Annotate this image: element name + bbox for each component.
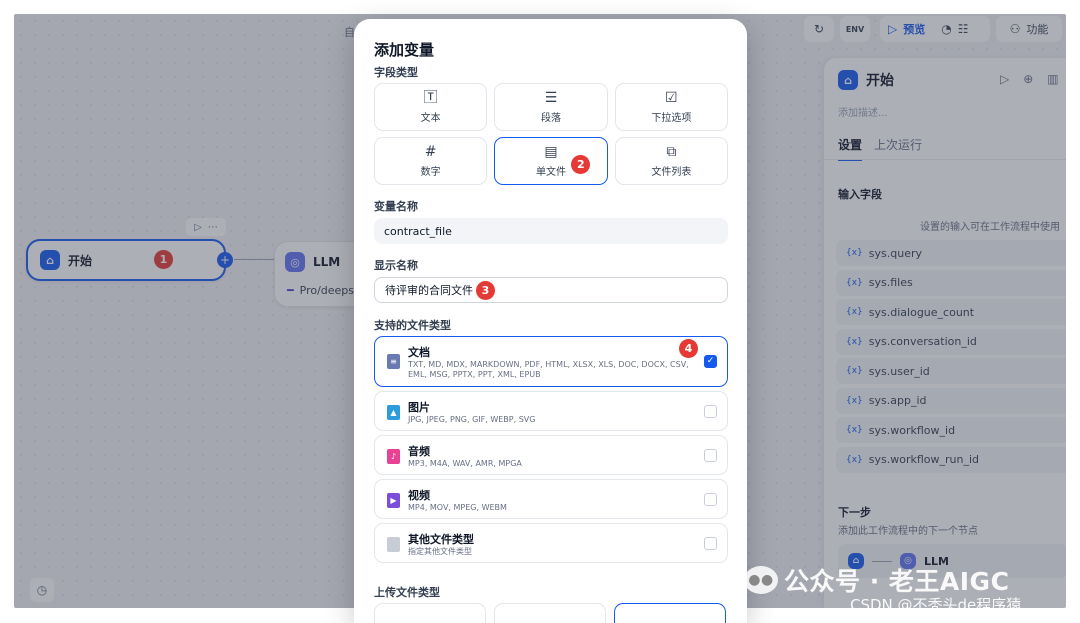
upload-option-2[interactable]: [494, 603, 606, 623]
select-icon: ☑: [665, 89, 678, 106]
dialog-title: 添加变量: [374, 41, 435, 59]
watermark-csdn: CSDN @不秃头de程序猿: [850, 596, 1022, 614]
file-type-audio[interactable]: ♪ 音频 MP3, M4A, WAV, AMR, MPGA: [374, 435, 728, 475]
file-type-other[interactable]: 其他文件类型 指定其他文件类型: [374, 523, 728, 563]
step-badge-4: 4: [679, 339, 698, 358]
step-badge-2: 2: [571, 155, 591, 174]
watermark-line1: 公众号 · 老王AIGC: [784, 567, 1010, 596]
image-icon: ▲: [387, 405, 400, 420]
field-type-select[interactable]: ☑ 下拉选项: [614, 83, 728, 131]
file-type-list: ≡ 文档 TXT, MD, MDX, MARKDOWN, PDF, HTML, …: [374, 336, 728, 567]
display-name-label: 显示名称: [374, 259, 418, 272]
field-type-grid: 🅃 文本 ☰ 段落 ☑ 下拉选项 # 数字 ▤ 单文件 2 ⧉ 文件列表: [374, 83, 728, 185]
hash-icon: #: [424, 143, 437, 160]
file-type-video[interactable]: ▶ 视频 MP4, MOV, MPEG, WEBM: [374, 479, 728, 519]
field-type-paragraph[interactable]: ☰ 段落: [494, 83, 608, 131]
upload-type-label: 上传文件类型: [374, 586, 440, 599]
document-icon: ≡: [387, 354, 400, 369]
field-type-text[interactable]: 🅃 文本: [374, 83, 488, 131]
field-type-label: 字段类型: [374, 66, 418, 79]
file-icon: ▤: [544, 143, 558, 160]
supported-types-label: 支持的文件类型: [374, 319, 451, 332]
image-checkbox[interactable]: [704, 405, 717, 418]
watermark-wechat: ●● 公众号 · 老王AIGC: [744, 562, 1009, 598]
display-name-value: 待评审的合同文件: [385, 284, 473, 297]
field-type-number[interactable]: # 数字: [374, 137, 488, 185]
wechat-icon: ●●: [744, 566, 778, 594]
step-badge-3: 3: [476, 281, 495, 300]
add-variable-dialog: 添加变量 字段类型 🅃 文本 ☰ 段落 ☑ 下拉选项 # 数字 ▤ 单文件 2 ⧉ 文件列表…: [354, 19, 747, 623]
var-name-label: 变量名称: [374, 200, 418, 213]
paragraph-icon: ☰: [544, 89, 558, 106]
field-type-file-list[interactable]: ⧉ 文件列表: [614, 137, 728, 185]
document-checkbox[interactable]: ✓: [704, 355, 717, 368]
var-name-input[interactable]: contract_file: [374, 218, 728, 244]
other-file-icon: [387, 537, 400, 552]
video-checkbox[interactable]: [704, 493, 717, 506]
file-type-document[interactable]: ≡ 文档 TXT, MD, MDX, MARKDOWN, PDF, HTML, …: [374, 336, 728, 387]
field-type-single-file[interactable]: ▤ 单文件 2: [494, 137, 608, 185]
file-type-image[interactable]: ▲ 图片 JPG, JPEG, PNG, GIF, WEBP, SVG: [374, 391, 728, 431]
display-name-input[interactable]: 待评审的合同文件 3: [374, 277, 728, 303]
audio-icon: ♪: [387, 449, 400, 464]
audio-checkbox[interactable]: [704, 449, 717, 462]
video-icon: ▶: [387, 493, 400, 508]
other-checkbox[interactable]: [704, 537, 717, 550]
file-list-icon: ⧉: [666, 143, 677, 160]
upload-option-1[interactable]: [374, 603, 486, 623]
text-icon: 🅃: [423, 89, 438, 106]
upload-option-3[interactable]: [614, 603, 726, 623]
